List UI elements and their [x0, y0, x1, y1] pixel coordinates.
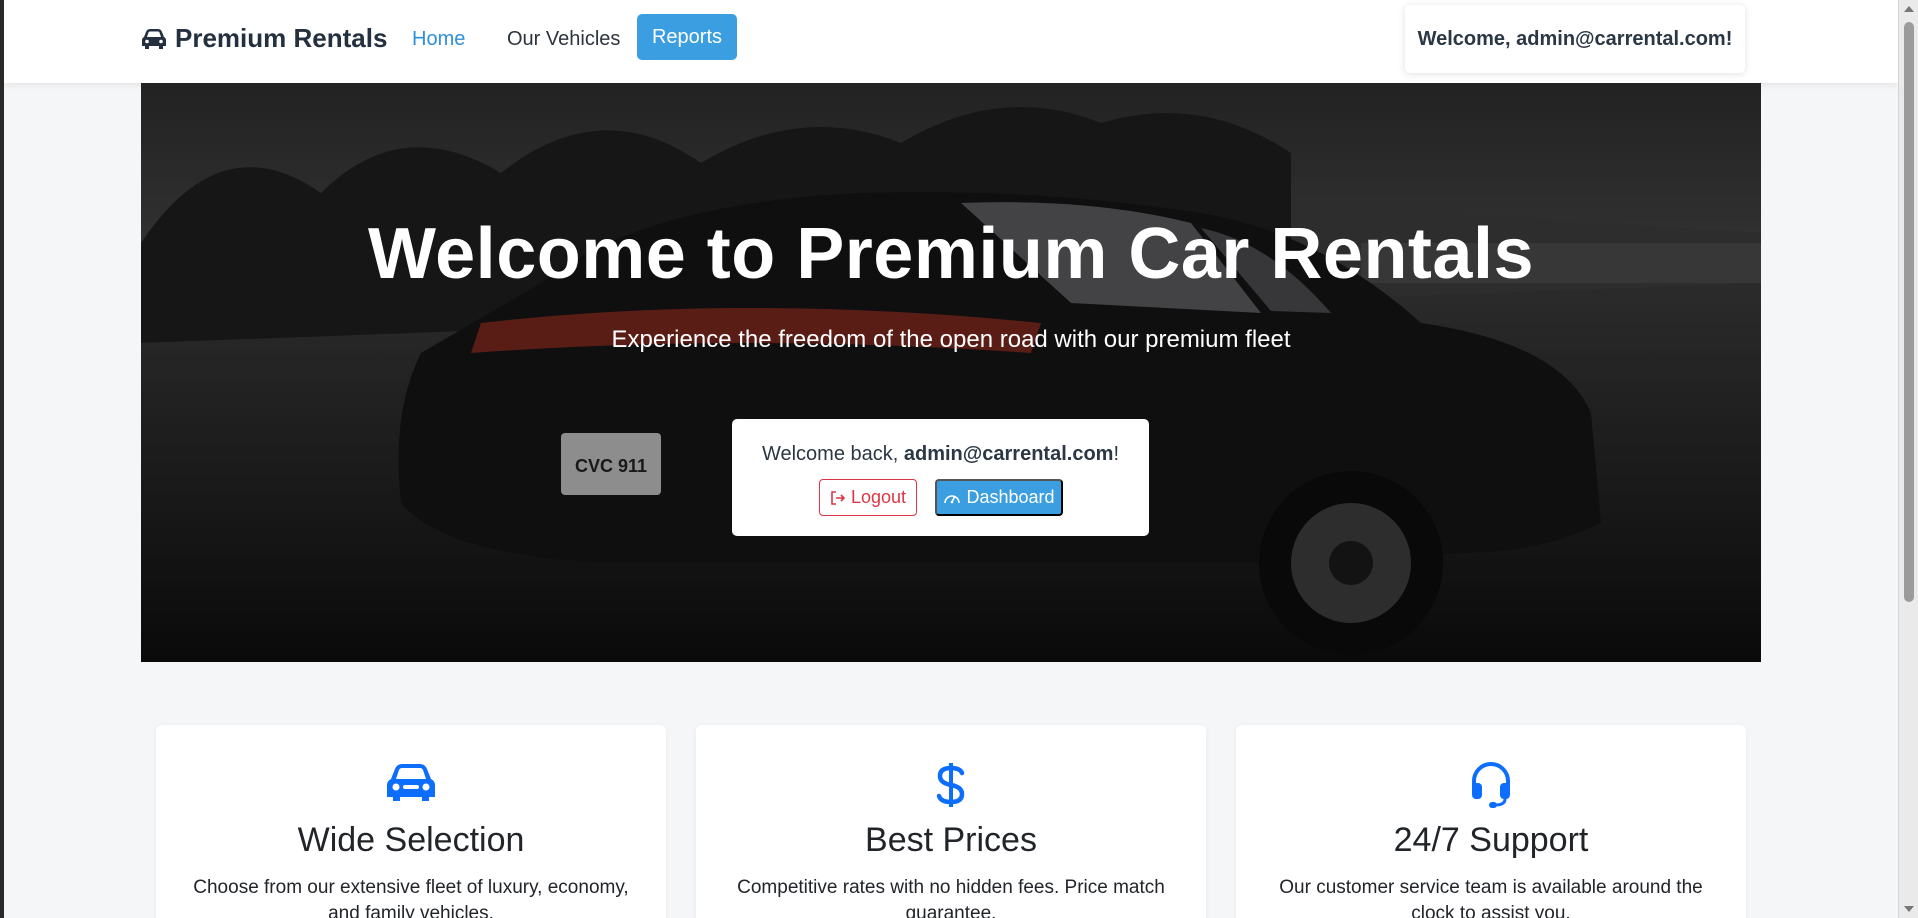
top-navbar: Premium Rentals Home Our Vehicles Report… [4, 0, 1898, 83]
feature-description: Choose from our extensive fleet of luxur… [193, 877, 629, 918]
logout-label: Logout [850, 487, 907, 507]
nav-reports-button[interactable]: Reports [637, 14, 737, 60]
dashboard-label: Dashboard [966, 487, 1055, 507]
feature-title: 24/7 Support [1393, 821, 1589, 859]
vertical-scrollbar[interactable] [1898, 0, 1918, 918]
feature-description: Our customer service team is available a… [1279, 877, 1703, 918]
car-icon [142, 28, 166, 49]
hero-title: Welcome to Premium Car Rentals [367, 214, 1534, 294]
logout-icon [831, 490, 846, 505]
logout-button[interactable]: Logout [819, 479, 917, 516]
user-welcome-badge: Welcome, admin@carrental.com! [1405, 5, 1745, 73]
dollar-icon [936, 763, 965, 807]
welcome-suffix: ! [1113, 443, 1120, 465]
welcome-username: admin@carrental.com [903, 443, 1114, 465]
scroll-up-arrow-icon[interactable] [1904, 6, 1914, 12]
feature-card-support: 24/7 Support Our customer service team i… [1236, 725, 1746, 918]
welcome-prefix: Welcome back, [761, 443, 904, 465]
welcome-message: Welcome back, admin@carrental.com! [732, 443, 1149, 466]
feature-card-prices: Best Prices Competitive rates with no hi… [696, 725, 1206, 918]
scrollbar-thumb[interactable] [1904, 22, 1914, 602]
dashboard-button[interactable]: Dashboard [935, 479, 1063, 516]
welcome-card: Welcome back, admin@carrental.com! Logou… [732, 419, 1149, 536]
car-front-icon [387, 764, 435, 801]
nav-vehicles-link[interactable]: Our Vehicles [507, 28, 620, 51]
headset-icon [1472, 762, 1510, 808]
hero-background-photo: CVC 911 [141, 83, 1761, 662]
window-edge [0, 0, 4, 918]
hero-subtitle: Experience the freedom of the open road … [611, 326, 1291, 353]
feature-description: Competitive rates with no hidden fees. P… [737, 877, 1165, 918]
feature-card-selection: Wide Selection Choose from our extensive… [156, 725, 666, 918]
scroll-down-arrow-icon[interactable] [1904, 906, 1914, 912]
speedometer-icon [944, 494, 961, 503]
feature-title: Best Prices [865, 821, 1037, 859]
feature-title: Wide Selection [297, 821, 525, 859]
brand-name: Premium Rentals [175, 23, 388, 53]
hero-banner: CVC 911 Welcome to Premium Car Rentals E… [141, 83, 1761, 662]
nav-home-link[interactable]: Home [412, 28, 465, 51]
brand-logo[interactable]: Premium Rentals [141, 23, 387, 54]
